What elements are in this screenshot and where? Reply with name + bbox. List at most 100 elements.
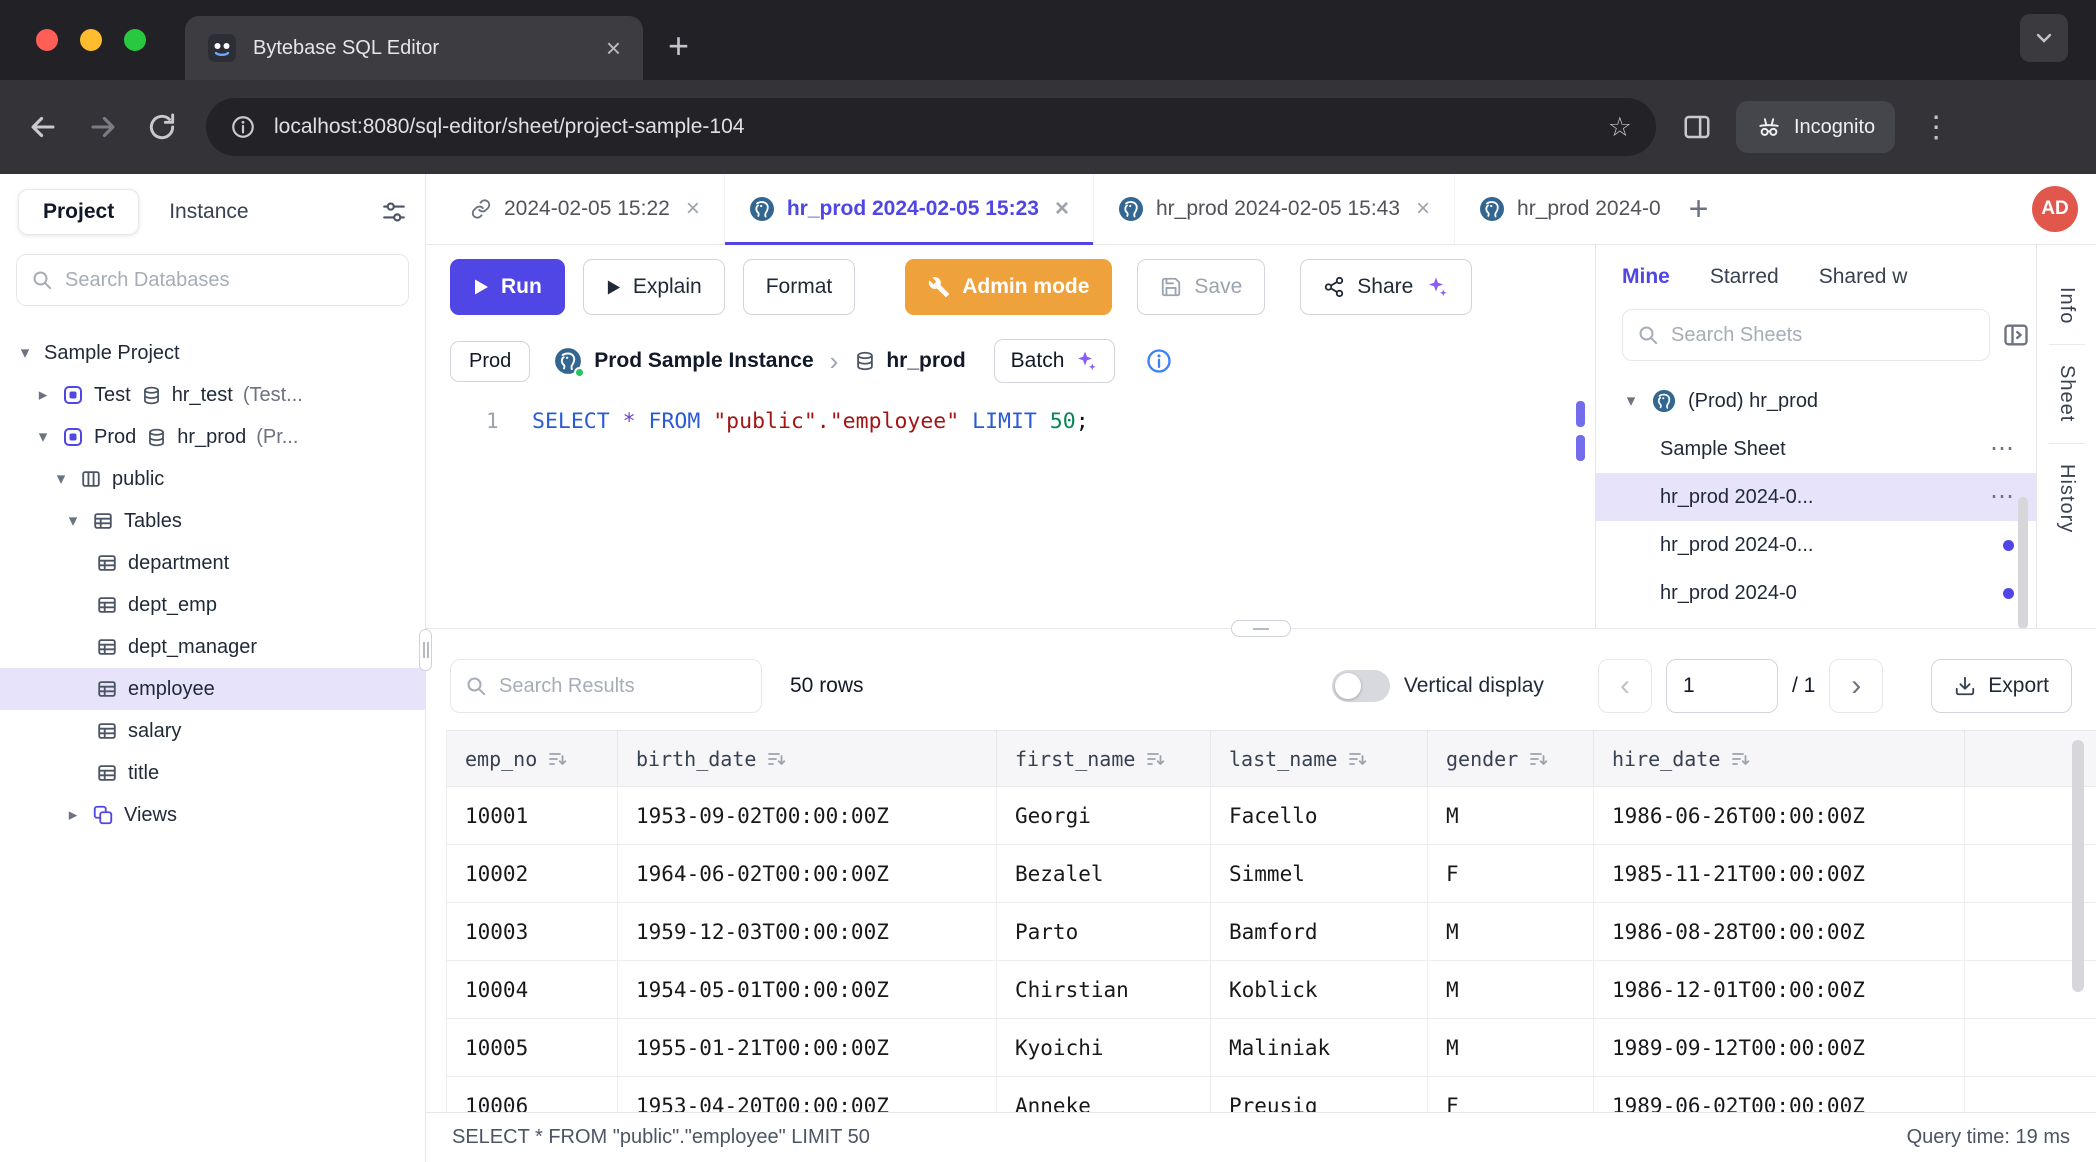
filter-settings-icon[interactable]: [381, 199, 407, 225]
sheet-item[interactable]: hr_prod 2024-0: [1596, 569, 2036, 617]
tree-node-project[interactable]: ▾ Sample Project: [0, 332, 425, 374]
side-tab-info[interactable]: Info: [2055, 267, 2078, 344]
minimize-window-button[interactable]: [80, 29, 102, 51]
sort-icon[interactable]: [1730, 749, 1750, 769]
sheet-item-selected[interactable]: hr_prod 2024-0... ⋯: [1596, 473, 2036, 521]
sort-icon[interactable]: [1347, 749, 1367, 769]
tree-node-table[interactable]: dept_manager: [0, 626, 425, 668]
column-header[interactable]: emp_no: [446, 731, 618, 787]
share-button[interactable]: Share: [1300, 259, 1472, 315]
tree-node-views[interactable]: ▸ Views: [0, 794, 425, 836]
forward-icon[interactable]: [86, 110, 120, 144]
sheet-search-input[interactable]: [1671, 324, 1975, 347]
sort-icon[interactable]: [547, 749, 567, 769]
tree-node-table-selected[interactable]: employee: [0, 668, 425, 710]
tab-project[interactable]: Project: [18, 189, 139, 235]
page-number-input[interactable]: [1666, 659, 1778, 713]
prev-page-button[interactable]: ‹: [1598, 659, 1652, 713]
close-window-button[interactable]: [36, 29, 58, 51]
results-search-input[interactable]: [499, 675, 747, 698]
user-avatar[interactable]: AD: [2032, 186, 2078, 232]
close-tab-icon[interactable]: ×: [1416, 197, 1430, 221]
tree-node-test-db[interactable]: ▸ Test hr_test (Test...: [0, 374, 425, 416]
database-search-input[interactable]: [65, 269, 394, 292]
sheet-group-row[interactable]: ▾ (Prod) hr_prod: [1596, 377, 2036, 425]
database-breadcrumb[interactable]: hr_prod: [854, 349, 965, 373]
url-bar[interactable]: localhost:8080/sql-editor/sheet/project-…: [206, 98, 1656, 156]
vertical-display-toggle[interactable]: [1332, 670, 1390, 702]
close-tab-icon[interactable]: ×: [1055, 197, 1069, 221]
environment-badge[interactable]: Prod: [450, 341, 530, 382]
bookmark-star-icon[interactable]: ☆: [1608, 114, 1632, 141]
sort-icon[interactable]: [766, 749, 786, 769]
browser-tab[interactable]: Bytebase SQL Editor ×: [185, 16, 643, 80]
sidebar-resize-handle[interactable]: [419, 629, 432, 671]
column-header[interactable]: last_name: [1211, 731, 1428, 787]
info-icon[interactable]: [1145, 347, 1173, 375]
zoom-window-button[interactable]: [124, 29, 146, 51]
instance-breadcrumb[interactable]: Prod Sample Instance: [554, 347, 813, 375]
run-button[interactable]: Run: [450, 259, 565, 315]
admin-mode-button[interactable]: Admin mode: [905, 259, 1112, 315]
sheet-search[interactable]: [1622, 309, 1990, 361]
tree-node-table[interactable]: salary: [0, 710, 425, 752]
side-tab-sheet[interactable]: Sheet: [2055, 345, 2078, 442]
sheet-item-menu-icon[interactable]: ⋯: [1990, 437, 2014, 461]
results-scrollbar[interactable]: [2072, 740, 2084, 992]
next-page-button[interactable]: ›: [1829, 659, 1883, 713]
tab-search-button[interactable]: [2020, 14, 2068, 62]
tree-node-tables[interactable]: ▾ Tables: [0, 500, 425, 542]
panel-divider[interactable]: [426, 628, 2096, 642]
collapse-panel-icon[interactable]: [2002, 321, 2030, 349]
close-tab-icon[interactable]: ×: [686, 197, 700, 221]
new-browser-tab-button[interactable]: +: [668, 28, 689, 64]
tab-starred[interactable]: Starred: [1710, 265, 1779, 303]
database-search[interactable]: [16, 254, 409, 306]
explain-button[interactable]: Explain: [583, 259, 725, 315]
divider-drag-handle[interactable]: [1231, 620, 1291, 637]
tab-instance[interactable]: Instance: [169, 200, 248, 224]
export-button[interactable]: Export: [1931, 659, 2072, 713]
editor-tab-1[interactable]: 2024-02-05 15:22 ×: [446, 174, 725, 244]
tab-shared[interactable]: Shared w: [1819, 265, 1908, 303]
caret-down-icon[interactable]: ▾: [34, 427, 52, 447]
back-icon[interactable]: [26, 110, 60, 144]
sheet-item-menu-icon[interactable]: ⋯: [1990, 485, 2014, 509]
sort-icon[interactable]: [1528, 749, 1548, 769]
side-panel-icon[interactable]: [1682, 112, 1712, 142]
tree-node-prod-db[interactable]: ▾ Prod hr_prod (Pr...: [0, 416, 425, 458]
caret-right-icon[interactable]: ▸: [34, 385, 52, 405]
editor-tab-3[interactable]: hr_prod 2024-02-05 15:43 ×: [1094, 174, 1455, 244]
column-header[interactable]: birth_date: [618, 731, 997, 787]
sql-editor[interactable]: 1 SELECT * FROM "public"."employee" LIMI…: [426, 399, 1595, 628]
editor-tab-4[interactable]: hr_prod 2024-0: [1455, 174, 1685, 244]
caret-right-icon[interactable]: ▸: [64, 805, 82, 825]
editor-scrollbar[interactable]: [1576, 401, 1585, 461]
sheet-scrollbar[interactable]: [2018, 497, 2028, 628]
browser-menu-icon[interactable]: ⋮: [1921, 114, 1951, 141]
site-info-icon[interactable]: [230, 114, 256, 140]
tree-node-table[interactable]: department: [0, 542, 425, 584]
caret-down-icon[interactable]: ▾: [52, 469, 70, 489]
close-tab-icon[interactable]: ×: [606, 35, 621, 61]
caret-down-icon[interactable]: ▾: [64, 511, 82, 531]
caret-down-icon[interactable]: ▾: [16, 343, 34, 363]
column-header[interactable]: first_name: [997, 731, 1211, 787]
tree-node-schema-public[interactable]: ▾ public: [0, 458, 425, 500]
side-tab-history[interactable]: History: [2055, 444, 2078, 553]
sheet-item[interactable]: Sample Sheet ⋯: [1596, 425, 2036, 473]
caret-down-icon[interactable]: ▾: [1622, 391, 1640, 411]
column-header[interactable]: gender: [1428, 731, 1594, 787]
column-header[interactable]: hire_date: [1594, 731, 1965, 787]
save-button[interactable]: Save: [1137, 259, 1265, 315]
reload-icon[interactable]: [146, 111, 178, 143]
tree-node-table[interactable]: title: [0, 752, 425, 794]
sort-icon[interactable]: [1145, 749, 1165, 769]
results-search[interactable]: [450, 659, 762, 713]
tree-node-table[interactable]: dept_emp: [0, 584, 425, 626]
batch-button[interactable]: Batch: [994, 339, 1116, 383]
tab-mine[interactable]: Mine: [1622, 265, 1670, 303]
sheet-item[interactable]: hr_prod 2024-0...: [1596, 521, 2036, 569]
new-sheet-button[interactable]: +: [1689, 192, 1709, 226]
format-button[interactable]: Format: [743, 259, 856, 315]
